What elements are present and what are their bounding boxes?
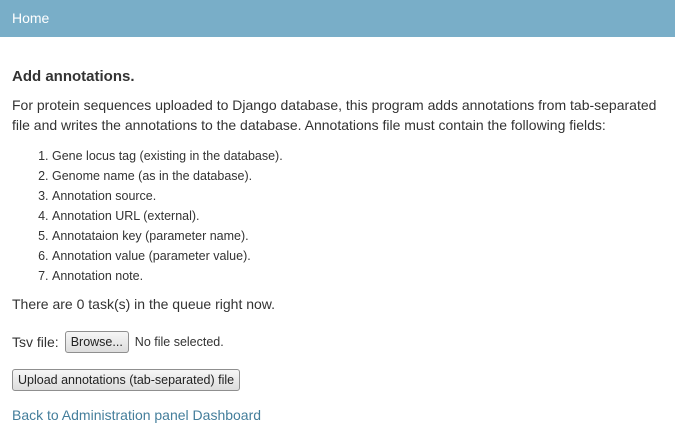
list-item: Annotation note. <box>52 266 283 286</box>
list-item: Genome name (as in the database). <box>52 166 283 186</box>
list-item: Annotation source. <box>52 186 283 206</box>
intro-text: For protein sequences uploaded to Django… <box>12 97 657 133</box>
upload-button[interactable]: Upload annotations (tab-separated) file <box>12 369 241 391</box>
queue-status: There are 0 task(s) in the queue right n… <box>12 296 276 312</box>
browse-button[interactable]: Browse... <box>64 331 129 353</box>
file-status-text: No file selected. <box>134 335 224 349</box>
list-item: Annotation URL (external). <box>52 206 283 226</box>
list-item: Annotataion key (parameter name). <box>52 226 283 246</box>
required-fields-list: Gene locus tag (existing in the database… <box>12 146 283 286</box>
home-link[interactable]: Home <box>12 10 49 26</box>
back-to-dashboard-link[interactable]: Back to Administration panel Dashboard <box>12 407 261 423</box>
tsv-file-label: Tsv file: <box>12 334 59 350</box>
list-item: Annotation value (parameter value). <box>52 246 283 266</box>
list-item: Gene locus tag (existing in the database… <box>52 146 283 166</box>
page-title: Add annotations. <box>12 68 135 85</box>
file-input-row: Tsv file: Browse... No file selected. <box>12 331 224 353</box>
top-bar: Home <box>0 0 675 37</box>
